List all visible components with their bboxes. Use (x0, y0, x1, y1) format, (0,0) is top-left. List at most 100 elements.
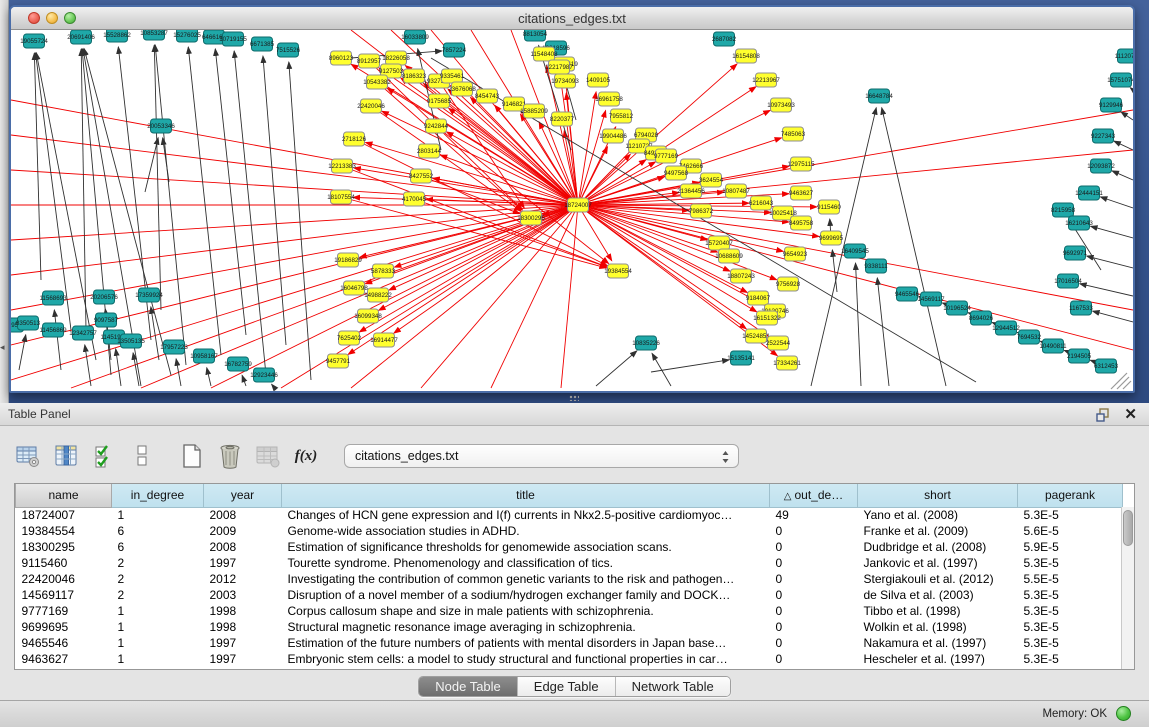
table-cell[interactable]: Structural magnetic resonance image aver… (282, 619, 770, 635)
table-cell[interactable]: 0 (770, 571, 858, 587)
table-cell[interactable]: Stergiakouli et al. (2012) (858, 571, 1018, 587)
table-cell[interactable]: 2008 (204, 507, 282, 523)
table-cell[interactable]: 0 (770, 619, 858, 635)
table-row[interactable]: 1456911722003Disruption of a novel membe… (16, 587, 1123, 603)
table-cell[interactable]: 2009 (204, 523, 282, 539)
table-cell[interactable]: 5.3E-5 (1018, 651, 1123, 667)
table-row[interactable]: 1872400712008Changes of HCN gene express… (16, 507, 1123, 523)
table-cell[interactable]: 2 (112, 587, 204, 603)
table-cell[interactable]: de Silva et al. (2003) (858, 587, 1018, 603)
table-cell[interactable]: 14569117 (16, 587, 112, 603)
table-vertical-scrollbar[interactable] (1121, 507, 1134, 669)
collapse-arrow-icon[interactable]: ◂ (0, 342, 5, 353)
table-cell[interactable]: Estimation of significance thresholds fo… (282, 539, 770, 555)
table-cell[interactable]: 0 (770, 635, 858, 651)
table-cell[interactable]: Franke et al. (2009) (858, 523, 1018, 539)
network-window-titlebar[interactable]: citations_edges.txt (11, 7, 1133, 30)
table-cell[interactable]: 18724007 (16, 507, 112, 523)
tab-node-table[interactable]: Node Table (419, 677, 518, 696)
table-cell[interactable]: 1 (112, 507, 204, 523)
table-cell[interactable]: 2 (112, 555, 204, 571)
table-cell[interactable]: 1998 (204, 603, 282, 619)
table-cell[interactable]: Investigating the contribution of common… (282, 571, 770, 587)
table-cell[interactable]: Changes of HCN gene expression and I(f) … (282, 507, 770, 523)
table-cell[interactable]: 5.3E-5 (1018, 587, 1123, 603)
select-column-icon[interactable] (52, 442, 80, 470)
table-row[interactable]: 969969511998Structural magnetic resonanc… (16, 619, 1123, 635)
table-cell[interactable]: 5.3E-5 (1018, 619, 1123, 635)
select-all-rows-icon[interactable] (90, 442, 118, 470)
delete-table-icon[interactable] (216, 442, 244, 470)
network-view-window[interactable]: citations_edges.txt 18724007190557242069… (9, 5, 1135, 393)
column-header-out_de[interactable]: △out_de… (770, 484, 858, 507)
table-cell[interactable]: Tourette syndrome. Phenomenology and cla… (282, 555, 770, 571)
table-settings-icon[interactable] (14, 442, 42, 470)
table-cell[interactable]: Tibbo et al. (1998) (858, 603, 1018, 619)
table-cell[interactable]: 9465546 (16, 635, 112, 651)
table-cell[interactable]: 19384554 (16, 523, 112, 539)
table-cell[interactable]: Embryonic stem cells: a model to study s… (282, 651, 770, 667)
table-cell[interactable]: 1997 (204, 651, 282, 667)
function-builder-icon[interactable]: f(x) (292, 442, 320, 470)
table-cell[interactable]: 0 (770, 603, 858, 619)
table-cell[interactable]: Jankovic et al. (1997) (858, 555, 1018, 571)
network-graph-svg[interactable]: 1872400719055724206914061552886210853287… (11, 30, 1133, 391)
table-row[interactable]: 1830029562008Estimation of significance … (16, 539, 1123, 555)
table-cell[interactable]: 9463627 (16, 651, 112, 667)
table-cell[interactable]: Genome-wide association studies in ADHD. (282, 523, 770, 539)
scrollbar-thumb[interactable] (1123, 510, 1133, 546)
table-cell[interactable]: 9777169 (16, 603, 112, 619)
table-cell[interactable]: 6 (112, 539, 204, 555)
table-cell[interactable]: Hescheler et al. (1997) (858, 651, 1018, 667)
table-cell[interactable]: 9699695 (16, 619, 112, 635)
table-cell[interactable]: 0 (770, 555, 858, 571)
tab-edge-table[interactable]: Edge Table (518, 677, 616, 696)
table-row[interactable]: 1938455462009Genome-wide association stu… (16, 523, 1123, 539)
column-header-short[interactable]: short (858, 484, 1018, 507)
table-cell[interactable]: Dudbridge et al. (2008) (858, 539, 1018, 555)
table-row[interactable]: 911546021997Tourette syndrome. Phenomeno… (16, 555, 1123, 571)
table-cell[interactable]: 1 (112, 603, 204, 619)
table-row[interactable]: 946554611997Estimation of the future num… (16, 635, 1123, 651)
table-cell[interactable]: Estimation of the future numbers of pati… (282, 635, 770, 651)
table-cell[interactable]: 2003 (204, 587, 282, 603)
table-cell[interactable]: Disruption of a novel member of a sodium… (282, 587, 770, 603)
table-cell[interactable]: 5.9E-5 (1018, 539, 1123, 555)
canvas-resize-grip[interactable] (1111, 373, 1131, 389)
table-cell[interactable]: 0 (770, 523, 858, 539)
column-header-in_degree[interactable]: in_degree (112, 484, 204, 507)
table-selector-dropdown[interactable]: citations_edges.txt (344, 444, 739, 468)
table-cell[interactable]: 1 (112, 651, 204, 667)
splitter-grip[interactable] (569, 395, 579, 401)
table-cell[interactable]: 2012 (204, 571, 282, 587)
close-panel-icon[interactable]: ✕ (1124, 405, 1137, 423)
table-row[interactable]: 2242004622012Investigating the contribut… (16, 571, 1123, 587)
column-header-name[interactable]: name (16, 484, 112, 507)
table-cell[interactable]: 1 (112, 635, 204, 651)
table-cell[interactable]: 0 (770, 587, 858, 603)
graph-nodes[interactable]: 1872400719055724206914061552886210853287… (11, 30, 1133, 382)
table-cell[interactable]: 1 (112, 619, 204, 635)
table-cell[interactable]: 5.3E-5 (1018, 635, 1123, 651)
deselect-rows-icon[interactable] (128, 442, 156, 470)
column-header-title[interactable]: title (282, 484, 770, 507)
table-cell[interactable]: 5.6E-5 (1018, 523, 1123, 539)
table-cell[interactable]: 2008 (204, 539, 282, 555)
table-row[interactable]: 977716911998Corpus callosum shape and si… (16, 603, 1123, 619)
table-row[interactable]: 946362711997Embryonic stem cells: a mode… (16, 651, 1123, 667)
table-cell[interactable]: 5.5E-5 (1018, 571, 1123, 587)
table-cell[interactable]: 2 (112, 571, 204, 587)
network-canvas[interactable]: 1872400719055724206914061552886210853287… (11, 30, 1133, 391)
table-cell[interactable]: 5.3E-5 (1018, 507, 1123, 523)
table-cell[interactable]: 18300295 (16, 539, 112, 555)
table-cell[interactable]: 1997 (204, 635, 282, 651)
table-cell[interactable]: Wolkin et al. (1998) (858, 619, 1018, 635)
new-table-icon[interactable] (178, 442, 206, 470)
table-cell[interactable]: 0 (770, 539, 858, 555)
table-cell[interactable]: 49 (770, 507, 858, 523)
table-cell[interactable]: 0 (770, 651, 858, 667)
table-cell[interactable]: 5.3E-5 (1018, 555, 1123, 571)
table-cell[interactable]: 1998 (204, 619, 282, 635)
table-cell[interactable]: 22420046 (16, 571, 112, 587)
float-panel-icon[interactable] (1095, 407, 1111, 423)
